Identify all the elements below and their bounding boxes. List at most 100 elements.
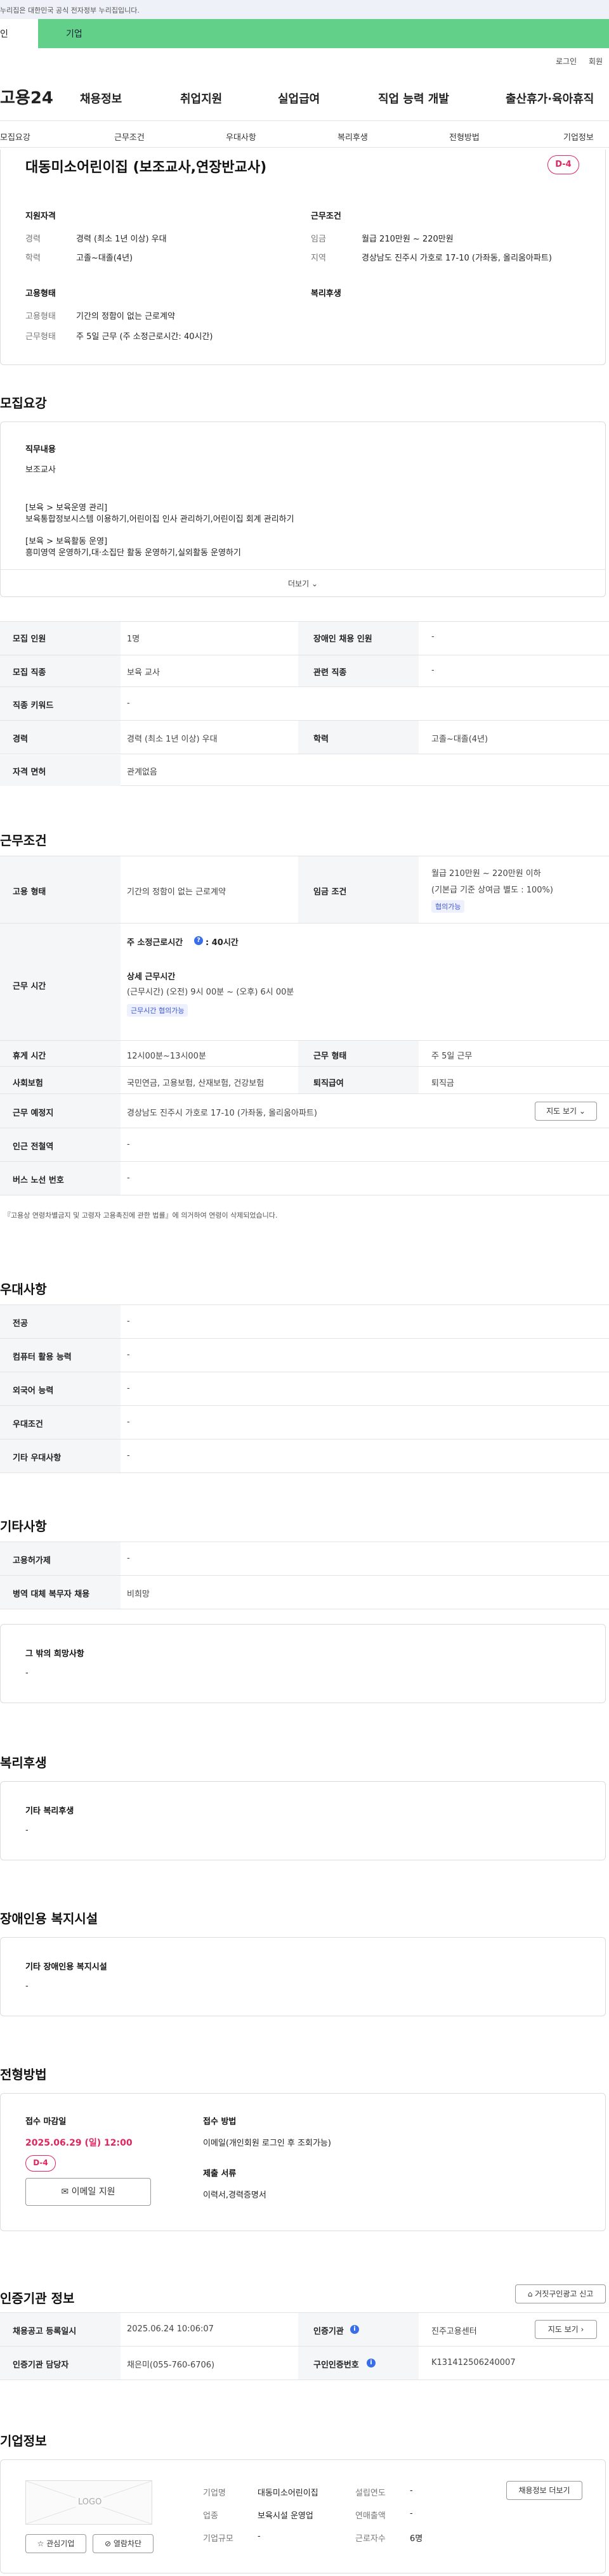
gnb-item-vocational-training[interactable]: 직업 능력 개발 [378,90,449,106]
login-link[interactable]: 로그인 [556,56,577,67]
th-rest: 휴게 시간 [13,1052,46,1061]
tab-personal[interactable]: 인 [0,27,8,40]
th-emp-type: 고용 형태 [13,887,46,897]
td-job-type: 보육 교사 [127,668,160,678]
more-button[interactable]: 더보기 ⌄ [0,569,606,597]
td-major: - [127,1317,130,1326]
td-workplace: 경상남도 진주시 가호로 17-10 (가좌동, 올리움아파트) [127,1109,317,1118]
job-title: 대동미소어린이집 (보조교사,연장반교사) [25,160,267,176]
screening-card [0,2093,606,2231]
area-value: 경상남도 진주시 가호로 17-10 (가좌동, 올리움아파트) [362,254,552,263]
table-row [0,1406,609,1439]
subnav-conditions[interactable]: 근무조건 [114,131,145,143]
time-negotiable-tag: 근무시간 협의가능 [127,1004,188,1017]
subnav-company[interactable]: 기업정보 [563,131,594,143]
wage-value: 월급 210만원 ~ 220만원 [362,235,454,244]
company-employees-value: 6명 [410,2534,423,2544]
table-row [0,1542,609,1576]
work-form-value: 주 5일 근무 (주 소정근로시간: 40시간) [76,332,213,342]
subnav-welfare[interactable]: 복리후생 [337,131,368,143]
company-name-value: 대동미소어린이집 [258,2489,318,2498]
work-detail-value: (근무시간) (오전) 9시 00분 ~ (오후) 6시 00분 [127,988,294,997]
other-wish-title: 그 밖의 희망사항 [25,1649,84,1659]
more-jobs-button[interactable]: 채용정보 더보기 [506,2481,582,2500]
th-insurance: 사회보험 [13,1079,43,1088]
welfare-title: 복리후생 [311,289,341,299]
company-est-value: - [410,2486,413,2496]
emp-type-key: 고용형태 [25,312,56,321]
td-wage-note: (기본급 기준 상여금 별도 : 100%) [431,886,553,895]
td-permit: - [127,1554,130,1563]
subnav-screening[interactable]: 전형방법 [449,131,480,143]
td-keyword: - [127,699,130,708]
favorite-label: 관심기업 [46,2539,75,2548]
gnb-item-employment-support[interactable]: 취업지원 [180,90,222,106]
site-logo[interactable]: 고용24 [0,85,53,108]
map-button[interactable]: 지도 보기 ⌄ [535,1102,597,1121]
gnb-item-jobs[interactable]: 채용정보 [80,90,122,106]
info-icon[interactable]: ? [194,936,203,945]
th-work-form: 근무 형태 [313,1052,347,1061]
report-ad-button[interactable]: ⌂ 거짓구인광고 신고 [515,2284,606,2303]
gnb-item-unemployment-benefit[interactable]: 실업급여 [278,90,320,106]
edu-value: 고졸~대졸(4년) [76,254,133,263]
edu-key: 학력 [25,254,41,263]
agency-map-button[interactable]: 지도 보기 › [535,2320,597,2339]
td-wage: 월급 210만원 ~ 220만원 이하 [431,869,541,879]
th-pref-cond: 우대조건 [13,1420,43,1429]
th-station: 인근 전철역 [13,1142,54,1152]
wage-key: 임금 [311,235,326,244]
method-value: 이메일(개인회원 로그인 후 조회가능) [203,2139,331,2148]
td-related-job: - [431,666,435,675]
duty-title: 직무내용 [25,445,56,454]
company-size-value: - [258,2532,261,2541]
divider [0,147,609,148]
dday-badge: D-4 [547,155,579,174]
table-row [0,2347,609,2380]
docs-value: 이력서,경력증명서 [203,2191,266,2200]
deadline-value: 2025.06.29 (일) 12:00 [25,2138,133,2148]
td-severance: 퇴직금 [431,1079,454,1088]
th-career: 경력 [13,735,28,744]
company-industry-value: 보육시설 운영업 [258,2511,313,2521]
info-icon[interactable]: i [350,2325,359,2334]
subnav-recruit[interactable]: 모집요강 [0,131,30,143]
info-icon[interactable]: i [367,2359,376,2367]
th-agency: 인증기관 [313,2327,344,2336]
th-bus: 버스 노선 번호 [13,1176,64,1185]
duty-line: 보조교사 [25,465,56,475]
td-military: 비희망 [127,1590,150,1599]
td-computer: - [127,1350,130,1360]
age-note: 『고용상 연령차별금지 및 고령자 고용촉진에 관한 법률』에 의거하여 연령이… [4,1211,278,1220]
th-computer: 컴퓨터 활용 능력 [13,1353,72,1362]
home-icon: ⌂ [527,2289,533,2298]
td-language: - [127,1384,130,1393]
join-link[interactable]: 회원 [589,56,603,67]
td-station: - [127,1140,130,1149]
table-row [0,1067,609,1094]
th-headcount: 모집 인원 [13,634,46,644]
td-headcount: 1명 [127,634,140,644]
docs-title: 제출 서류 [203,2169,237,2179]
welfare-card [0,1781,606,1860]
favorite-company-button[interactable]: ☆ 관심기업 [25,2534,86,2553]
more-label: 더보기 [287,579,310,588]
th-work-time: 근무 시간 [13,982,46,991]
th-job-type: 모집 직종 [13,668,46,678]
tab-company[interactable]: 기업 [38,19,609,48]
email-apply-button[interactable]: ✉ 이메일 지원 [25,2178,151,2206]
th-severance: 퇴직급여 [313,1079,344,1088]
emp-title: 고용형태 [25,289,56,299]
block-view-button[interactable]: ⊘ 열람차단 [93,2534,154,2553]
table-row [0,924,609,1041]
td-emp-type: 기간의 정함이 없는 근로계약 [127,887,226,897]
section-title-etc: 기타사항 [0,1519,47,1534]
table-row [0,1576,609,1609]
wage-negotiable-tag: 협의가능 [431,900,465,913]
map-button-label: 지도 보기 [546,1107,577,1116]
gnb-item-parental-leave[interactable]: 출산휴가·육아휴직 [506,90,594,106]
th-major: 전공 [13,1319,28,1329]
career-key: 경력 [25,235,41,244]
subnav-preferences[interactable]: 우대사항 [226,131,256,143]
career-value: 경력 (최소 1년 이상) 우대 [76,235,167,244]
